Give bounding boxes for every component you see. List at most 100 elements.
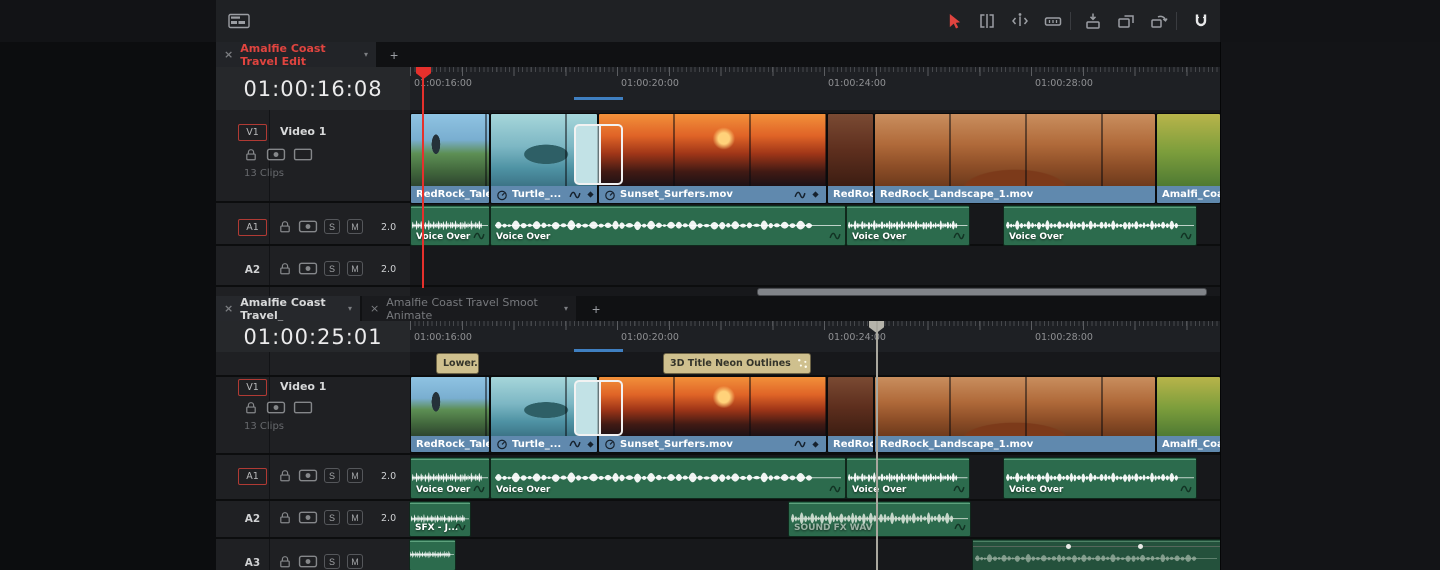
curve-icon[interactable]	[1180, 230, 1192, 242]
timecode-display[interactable]: 01:00:25:01	[243, 325, 382, 349]
timecode-display[interactable]: 01:00:16:08	[243, 77, 382, 101]
keyframe-diamond-icon[interactable]	[585, 439, 596, 450]
lock-icon[interactable]	[244, 147, 258, 162]
track-badge-a2[interactable]: A2	[238, 261, 267, 278]
curve-icon[interactable]	[454, 521, 466, 533]
curve-icon[interactable]	[953, 483, 965, 495]
add-timeline-tab-button[interactable]: +	[586, 296, 606, 321]
chevron-down-icon[interactable]: ▾	[564, 304, 568, 313]
mute-button[interactable]: M	[347, 219, 363, 234]
lock-icon[interactable]	[278, 554, 292, 569]
audio-clip-voice-over[interactable]: Voice Over	[847, 206, 969, 245]
close-tab-icon[interactable]: ×	[224, 48, 233, 61]
lock-icon[interactable]	[278, 468, 292, 483]
lock-icon[interactable]	[244, 400, 258, 415]
video-clip-amalfi-coast[interactable]: Amalfi_Coast	[1157, 114, 1220, 203]
video-clip-amalfi-coast[interactable]: Amalfi_Coast	[1157, 377, 1220, 452]
solo-button[interactable]: S	[324, 219, 340, 234]
enable-audio-track-icon[interactable]	[298, 261, 318, 276]
mute-button[interactable]: M	[347, 468, 363, 483]
enable-audio-track-icon[interactable]	[298, 510, 318, 525]
track-badge-a1[interactable]: A1	[238, 219, 267, 236]
video-clip-redrock[interactable]: RedRoc...	[828, 114, 873, 203]
add-timeline-tab-button[interactable]: +	[384, 42, 404, 67]
lock-icon[interactable]	[278, 510, 292, 525]
video-clip-redrock-landscape[interactable]: RedRock_Landscape_1.mov	[875, 114, 1155, 203]
keyframe-diamond-icon[interactable]	[585, 189, 596, 200]
solo-button[interactable]: S	[324, 468, 340, 483]
volume-automation-line[interactable]	[973, 546, 1220, 547]
timeline-tab-amalfie-coast-travel[interactable]: × Amalfie Coast Travel_ ▾	[216, 296, 360, 321]
track-level[interactable]: 2.0	[381, 264, 396, 275]
timeline-view-options-button[interactable]	[226, 9, 252, 33]
curve-icon[interactable]	[569, 438, 581, 450]
video-clip-redrock[interactable]: RedRoc...	[828, 377, 873, 452]
clip-color-icon[interactable]	[293, 400, 313, 415]
track-badge-a2[interactable]: A2	[238, 510, 267, 527]
audio-clip-music[interactable]	[973, 540, 1220, 570]
timeline-a-ruler[interactable]: 01:00:16:00 01:00:20:00 01:00:24:00 01:0…	[410, 67, 1220, 111]
keyframe-diamond-icon[interactable]	[810, 189, 821, 200]
video-clip-sunset-surfers[interactable]: Sunset_Surfers.mov	[599, 114, 826, 203]
audio-clip-voice-over[interactable]: Voice Over	[491, 458, 845, 498]
video-clip-redrock-talent[interactable]: RedRock_Talen...	[411, 377, 489, 452]
track-badge-v1[interactable]: V1	[238, 379, 267, 396]
enable-audio-track-icon[interactable]	[298, 219, 318, 234]
curve-icon[interactable]	[1180, 483, 1192, 495]
video-clip-redrock-landscape[interactable]: RedRock_Landscape_1.mov	[875, 377, 1155, 452]
audio-clip-sound-fx[interactable]: SOUND FX WAV	[789, 502, 970, 536]
transition-smooth-cut[interactable]	[574, 124, 623, 185]
curve-icon[interactable]	[794, 189, 806, 201]
overwrite-clip-button[interactable]	[1113, 9, 1139, 33]
title-clip-3d-title-neon-outlines[interactable]: 3D Title Neon Outlines	[664, 354, 810, 373]
curve-icon[interactable]	[473, 483, 485, 495]
solo-button[interactable]: S	[324, 510, 340, 525]
chevron-down-icon[interactable]: ▾	[364, 50, 368, 59]
audio-clip-voice-over[interactable]: Voice Over	[1004, 458, 1196, 498]
keyframe-diamond-icon[interactable]	[810, 439, 821, 450]
replace-clip-button[interactable]	[1146, 9, 1172, 33]
track-name-video1[interactable]: Video 1	[280, 380, 326, 393]
audio-clip-voice-over[interactable]: Voice Over	[491, 206, 845, 245]
curve-icon[interactable]	[569, 189, 581, 201]
track-badge-v1[interactable]: V1	[238, 124, 267, 141]
transition-smooth-cut[interactable]	[574, 380, 623, 436]
timeline-tab-smooth-animate[interactable]: × Amalfie Coast Travel Smoot Animate ▾	[362, 296, 576, 321]
curve-icon[interactable]	[954, 521, 966, 533]
enable-audio-track-icon[interactable]	[298, 554, 318, 569]
clip-color-icon[interactable]	[293, 147, 313, 162]
curve-icon[interactable]	[794, 438, 806, 450]
enable-video-track-icon[interactable]	[266, 400, 286, 415]
track-name-video1[interactable]: Video 1	[280, 125, 326, 138]
audio-clip-a3[interactable]	[410, 540, 455, 570]
timeline-tab-amalfie-coast-travel-edit[interactable]: × Amalfie Coast Travel Edit ▾	[216, 42, 376, 67]
blade-edit-mode-button[interactable]	[1040, 9, 1066, 33]
audio-clip-voice-over[interactable]: Voice Over	[1004, 206, 1196, 245]
keyframe-dot[interactable]	[1066, 544, 1071, 549]
title-clip-lower-third[interactable]: Lower...	[437, 354, 478, 373]
enable-audio-track-icon[interactable]	[298, 468, 318, 483]
enable-video-track-icon[interactable]	[266, 147, 286, 162]
dynamic-trim-mode-button[interactable]	[1007, 9, 1033, 33]
mute-button[interactable]: M	[347, 261, 363, 276]
close-tab-icon[interactable]: ×	[370, 302, 379, 315]
mute-button[interactable]: M	[347, 510, 363, 525]
curve-icon[interactable]	[829, 483, 841, 495]
snapping-button[interactable]	[1188, 9, 1214, 33]
playhead-line[interactable]	[422, 67, 424, 288]
track-badge-a3[interactable]: A3	[238, 554, 267, 570]
curve-icon[interactable]	[953, 230, 965, 242]
track-badge-a1[interactable]: A1	[238, 468, 267, 485]
mute-button[interactable]: M	[347, 554, 363, 569]
close-tab-icon[interactable]: ×	[224, 302, 233, 315]
insert-clip-button[interactable]	[1080, 9, 1106, 33]
track-level[interactable]: 2.0	[381, 222, 396, 233]
audio-clip-voice-over[interactable]: Voice Over	[411, 458, 489, 498]
solo-button[interactable]: S	[324, 261, 340, 276]
selection-mode-button[interactable]	[941, 9, 967, 33]
curve-icon[interactable]	[473, 230, 485, 242]
lock-icon[interactable]	[278, 261, 292, 276]
track-level[interactable]: 2.0	[381, 471, 396, 482]
track-level[interactable]: 2.0	[381, 513, 396, 524]
timeline-b-ruler[interactable]: 01:00:16:00 01:00:20:00 01:00:24:00 01:0…	[410, 321, 1220, 353]
